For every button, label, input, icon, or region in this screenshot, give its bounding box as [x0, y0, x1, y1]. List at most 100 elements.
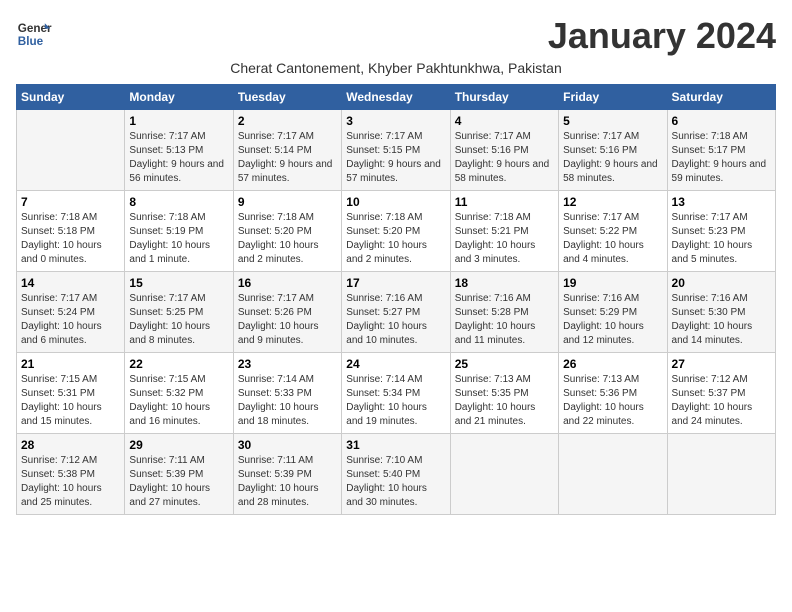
day-number: 3	[346, 114, 445, 128]
day-number: 14	[21, 276, 120, 290]
day-info: Sunrise: 7:18 AMSunset: 5:20 PMDaylight:…	[346, 211, 445, 267]
week-row-1: 1Sunrise: 7:17 AMSunset: 5:13 PMDaylight…	[17, 109, 776, 190]
week-row-2: 7 Sunrise: 7:18 AMSunset: 5:18 PMDaylight…	[17, 190, 776, 271]
calendar-cell: 30 Sunrise: 7:11 AMSunset: 5:39 PMDayligh…	[233, 433, 341, 514]
day-info: Sunrise: 7:15 AMSunset: 5:31 PMDaylight:…	[21, 373, 120, 429]
day-number: 7	[21, 195, 120, 209]
day-number: 30	[238, 438, 337, 452]
day-info: Sunrise: 7:17 AMSunset: 5:13 PMDaylight:…	[129, 130, 228, 186]
week-row-5: 28 Sunrise: 7:12 AMSunset: 5:38 PMDayligh…	[17, 433, 776, 514]
calendar-cell: 12 Sunrise: 7:17 AMSunset: 5:22 PMDayligh…	[559, 190, 667, 271]
day-info: Sunrise: 7:18 AMSunset: 5:20 PMDaylight:…	[238, 211, 337, 267]
day-info: Sunrise: 7:18 AMSunset: 5:19 PMDaylight:…	[129, 211, 228, 267]
day-number: 10	[346, 195, 445, 209]
day-number: 28	[21, 438, 120, 452]
calendar-cell: 13 Sunrise: 7:17 AMSunset: 5:23 PMDayligh…	[667, 190, 775, 271]
day-info: Sunrise: 7:14 AMSunset: 5:34 PMDaylight:…	[346, 373, 445, 429]
weekday-header-row: SundayMondayTuesdayWednesdayThursdayFrid…	[17, 84, 776, 109]
weekday-header-friday: Friday	[559, 84, 667, 109]
day-number: 5	[563, 114, 662, 128]
day-info: Sunrise: 7:16 AMSunset: 5:27 PMDaylight:…	[346, 292, 445, 348]
calendar-cell: 5 Sunrise: 7:17 AMSunset: 5:16 PMDaylight…	[559, 109, 667, 190]
day-info: Sunrise: 7:16 AMSunset: 5:30 PMDaylight:…	[672, 292, 771, 348]
calendar-cell: 14 Sunrise: 7:17 AMSunset: 5:24 PMDayligh…	[17, 271, 125, 352]
day-info: Sunrise: 7:16 AMSunset: 5:28 PMDaylight:…	[455, 292, 554, 348]
day-number: 17	[346, 276, 445, 290]
calendar-cell: 18 Sunrise: 7:16 AMSunset: 5:28 PMDayligh…	[450, 271, 558, 352]
day-number: 12	[563, 195, 662, 209]
weekday-header-wednesday: Wednesday	[342, 84, 450, 109]
calendar-cell: 6Sunrise: 7:18 AMSunset: 5:17 PMDaylight…	[667, 109, 775, 190]
calendar-title: January 2024	[548, 16, 776, 56]
day-number: 8	[129, 195, 228, 209]
calendar-cell: 2 Sunrise: 7:17 AMSunset: 5:14 PMDaylight…	[233, 109, 341, 190]
calendar-cell: 10 Sunrise: 7:18 AMSunset: 5:20 PMDayligh…	[342, 190, 450, 271]
day-info: Sunrise: 7:15 AMSunset: 5:32 PMDaylight:…	[129, 373, 228, 429]
day-info: Sunrise: 7:12 AMSunset: 5:38 PMDaylight:…	[21, 454, 120, 510]
week-row-4: 21 Sunrise: 7:15 AMSunset: 5:31 PMDayligh…	[17, 352, 776, 433]
day-number: 16	[238, 276, 337, 290]
calendar-cell: 4 Sunrise: 7:17 AMSunset: 5:16 PMDaylight…	[450, 109, 558, 190]
day-number: 9	[238, 195, 337, 209]
day-info: Sunrise: 7:17 AMSunset: 5:23 PMDaylight:…	[672, 211, 771, 267]
calendar-cell: 9 Sunrise: 7:18 AMSunset: 5:20 PMDaylight…	[233, 190, 341, 271]
calendar-cell: 23 Sunrise: 7:14 AMSunset: 5:33 PMDayligh…	[233, 352, 341, 433]
day-number: 4	[455, 114, 554, 128]
day-info: Sunrise: 7:10 AMSunset: 5:40 PMDaylight:…	[346, 454, 445, 510]
calendar-table: SundayMondayTuesdayWednesdayThursdayFrid…	[16, 84, 776, 515]
day-number: 11	[455, 195, 554, 209]
day-number: 18	[455, 276, 554, 290]
day-info: Sunrise: 7:18 AMSunset: 5:21 PMDaylight:…	[455, 211, 554, 267]
calendar-cell: 3 Sunrise: 7:17 AMSunset: 5:15 PMDaylight…	[342, 109, 450, 190]
day-info: Sunrise: 7:14 AMSunset: 5:33 PMDaylight:…	[238, 373, 337, 429]
day-info: Sunrise: 7:17 AMSunset: 5:16 PMDaylight:…	[563, 130, 662, 186]
calendar-cell: 7 Sunrise: 7:18 AMSunset: 5:18 PMDaylight…	[17, 190, 125, 271]
day-number: 23	[238, 357, 337, 371]
day-number: 21	[21, 357, 120, 371]
day-info: Sunrise: 7:17 AMSunset: 5:26 PMDaylight:…	[238, 292, 337, 348]
day-number: 31	[346, 438, 445, 452]
calendar-cell: 24Sunrise: 7:14 AMSunset: 5:34 PMDayligh…	[342, 352, 450, 433]
calendar-cell: 27Sunrise: 7:12 AMSunset: 5:37 PMDayligh…	[667, 352, 775, 433]
day-info: Sunrise: 7:13 AMSunset: 5:36 PMDaylight:…	[563, 373, 662, 429]
day-info: Sunrise: 7:18 AMSunset: 5:18 PMDaylight:…	[21, 211, 120, 267]
calendar-cell: 8 Sunrise: 7:18 AMSunset: 5:19 PMDaylight…	[125, 190, 233, 271]
logo: General Blue	[16, 16, 52, 52]
day-info: Sunrise: 7:18 AMSunset: 5:17 PMDaylight:…	[672, 130, 771, 186]
calendar-cell: 29Sunrise: 7:11 AMSunset: 5:39 PMDayligh…	[125, 433, 233, 514]
calendar-cell: 31 Sunrise: 7:10 AMSunset: 5:40 PMDayligh…	[342, 433, 450, 514]
day-number: 15	[129, 276, 228, 290]
day-number: 2	[238, 114, 337, 128]
day-info: Sunrise: 7:11 AMSunset: 5:39 PMDaylight:…	[238, 454, 337, 510]
svg-text:General: General	[18, 22, 52, 35]
calendar-subtitle: Cherat Cantonement, Khyber Pakhtunkhwa, …	[16, 60, 776, 76]
calendar-cell: 1Sunrise: 7:17 AMSunset: 5:13 PMDaylight…	[125, 109, 233, 190]
calendar-cell: 22 Sunrise: 7:15 AMSunset: 5:32 PMDayligh…	[125, 352, 233, 433]
day-number: 26	[563, 357, 662, 371]
calendar-cell	[450, 433, 558, 514]
day-info: Sunrise: 7:17 AMSunset: 5:15 PMDaylight:…	[346, 130, 445, 186]
weekday-header-monday: Monday	[125, 84, 233, 109]
calendar-cell: 20Sunrise: 7:16 AMSunset: 5:30 PMDayligh…	[667, 271, 775, 352]
calendar-cell: 28 Sunrise: 7:12 AMSunset: 5:38 PMDayligh…	[17, 433, 125, 514]
day-number: 22	[129, 357, 228, 371]
calendar-cell: 26 Sunrise: 7:13 AMSunset: 5:36 PMDayligh…	[559, 352, 667, 433]
weekday-header-thursday: Thursday	[450, 84, 558, 109]
page-header: General Blue January 2024	[16, 16, 776, 56]
weekday-header-tuesday: Tuesday	[233, 84, 341, 109]
day-number: 13	[672, 195, 771, 209]
day-info: Sunrise: 7:13 AMSunset: 5:35 PMDaylight:…	[455, 373, 554, 429]
weekday-header-sunday: Sunday	[17, 84, 125, 109]
calendar-cell: 21 Sunrise: 7:15 AMSunset: 5:31 PMDayligh…	[17, 352, 125, 433]
day-info: Sunrise: 7:17 AMSunset: 5:24 PMDaylight:…	[21, 292, 120, 348]
logo-icon: General Blue	[16, 16, 52, 52]
day-info: Sunrise: 7:17 AMSunset: 5:16 PMDaylight:…	[455, 130, 554, 186]
calendar-cell	[17, 109, 125, 190]
title-section: January 2024	[548, 16, 776, 56]
day-info: Sunrise: 7:11 AMSunset: 5:39 PMDaylight:…	[129, 454, 228, 510]
day-info: Sunrise: 7:17 AMSunset: 5:14 PMDaylight:…	[238, 130, 337, 186]
svg-text:Blue: Blue	[18, 35, 44, 48]
calendar-cell	[559, 433, 667, 514]
day-info: Sunrise: 7:17 AMSunset: 5:22 PMDaylight:…	[563, 211, 662, 267]
calendar-cell: 25Sunrise: 7:13 AMSunset: 5:35 PMDayligh…	[450, 352, 558, 433]
